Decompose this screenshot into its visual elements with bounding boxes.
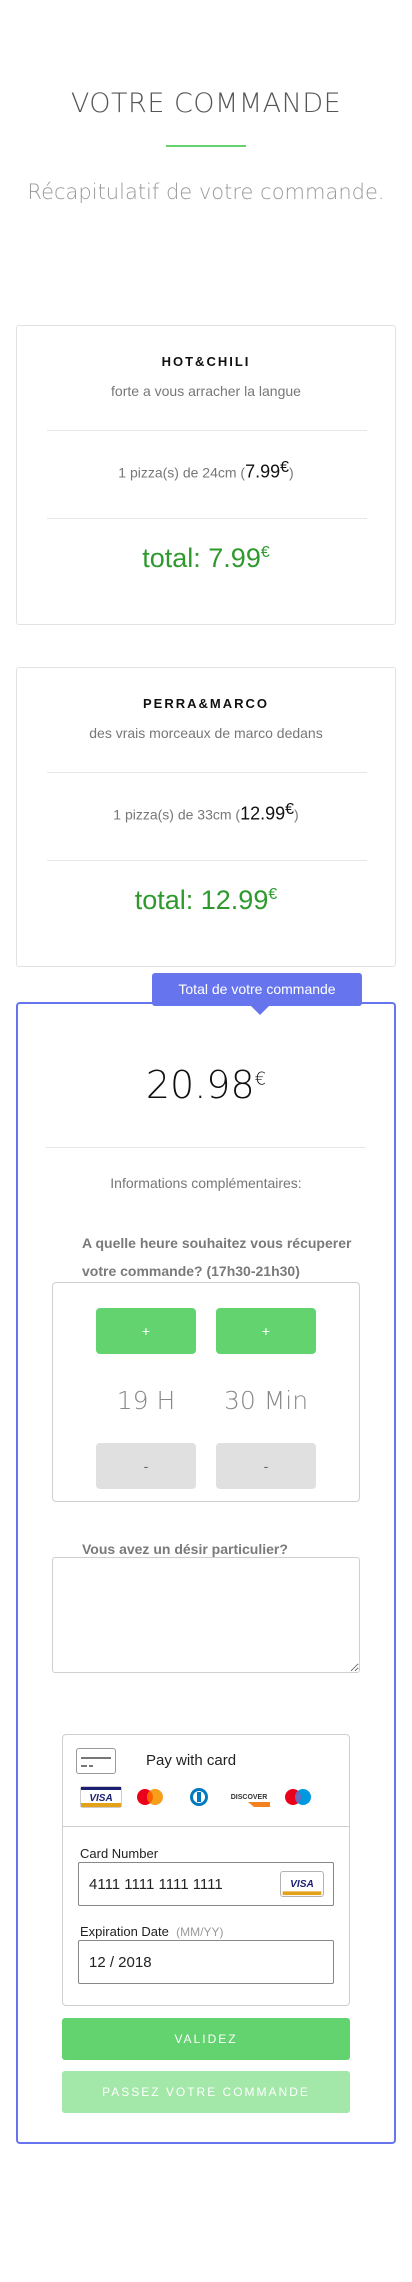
hour-value: 19 H: [116, 1386, 176, 1415]
title-underline: [166, 145, 246, 147]
mastercard-icon: [137, 1789, 163, 1805]
currency-symbol: €: [260, 544, 270, 561]
minute-value: 30 Min: [223, 1386, 309, 1415]
pizza-name: PERRA&MARCO: [143, 696, 269, 711]
pizza-description: des vrais morceaux de marco dedans: [89, 725, 323, 741]
maestro-icon: [285, 1789, 311, 1805]
order-total-tab: Total de votre commande: [152, 973, 362, 1006]
tab-arrow: [251, 1006, 269, 1015]
pizza-card: PERRA&MARCO des vrais morceaux de marco …: [16, 667, 396, 967]
pizza-line-prefix: 1 pizza(s) de 24cm (: [118, 464, 246, 481]
pizza-line: 1 pizza(s) de 33cm (12.99€): [17, 801, 395, 825]
page-title: VOTRE COMMANDE: [70, 88, 342, 119]
pizza-line: 1 pizza(s) de 24cm (7.99€): [17, 459, 395, 483]
currency-symbol: €: [254, 1068, 267, 1090]
validate-button[interactable]: VALIDEZ: [62, 2018, 350, 2060]
pizza-price: 7.99: [245, 461, 281, 482]
credit-card-icon: [76, 1748, 116, 1774]
grand-total: 20.98€: [0, 1063, 412, 1107]
expiry-input[interactable]: [78, 1940, 334, 1984]
wish-textarea[interactable]: [52, 1557, 360, 1673]
minute-plus-button[interactable]: +: [216, 1308, 316, 1354]
currency-symbol: €: [268, 886, 278, 903]
divider: [47, 860, 367, 861]
discover-icon: DISCOVER: [231, 1794, 270, 1807]
expiry-label-text: Expiration Date: [80, 1924, 169, 1939]
divider: [47, 772, 367, 773]
visa-icon: VISA: [280, 1871, 324, 1897]
expiry-label: Expiration Date (MM/YY): [80, 1924, 223, 1939]
pizza-total-label: total: 12.99: [134, 885, 269, 915]
divider: [47, 430, 367, 431]
currency-symbol: €: [280, 459, 290, 476]
pizza-line-suffix: ): [294, 806, 299, 823]
pizza-total: total: 7.99€: [17, 543, 395, 574]
pizza-line-suffix: ): [289, 464, 294, 481]
pizza-description: forte a vous arracher la langue: [111, 383, 301, 399]
discover-text: DISCOVER: [231, 1794, 268, 1801]
pizza-line-prefix: 1 pizza(s) de 33cm (: [113, 806, 241, 823]
diners-club-icon: [190, 1788, 208, 1806]
pizza-name: HOT&CHILI: [161, 354, 251, 369]
pizza-price: 12.99: [240, 803, 286, 824]
visa-icon: VISA: [80, 1786, 122, 1808]
divider: [47, 518, 367, 519]
minute-minus-button[interactable]: -: [216, 1443, 316, 1489]
divider: [46, 1147, 366, 1148]
grand-total-value: 20.98: [145, 1063, 255, 1107]
hour-plus-button[interactable]: +: [96, 1308, 196, 1354]
divider: [63, 1826, 349, 1827]
pizza-card: HOT&CHILI forte a vous arracher la langu…: [16, 325, 396, 625]
submit-order-button[interactable]: PASSEZ VOTRE COMMANDE: [62, 2071, 350, 2113]
visa-text: VISA: [89, 1793, 112, 1804]
hour-minus-button[interactable]: -: [96, 1443, 196, 1489]
card-number-label: Card Number: [80, 1846, 159, 1861]
pizza-total: total: 12.99€: [17, 885, 395, 916]
currency-symbol: €: [285, 801, 295, 818]
page-subtitle: Récapitulatif de votre commande.: [27, 180, 385, 204]
pizza-total-label: total: 7.99: [142, 543, 261, 573]
pickup-time-question: A quelle heure souhaitez vous récuperer …: [82, 1235, 352, 1279]
info-label: Informations complémentaires:: [110, 1175, 302, 1191]
expiry-hint: (MM/YY): [176, 1925, 224, 1939]
payment-title: Pay with card: [146, 1752, 237, 1769]
visa-text: VISA: [290, 1879, 314, 1890]
